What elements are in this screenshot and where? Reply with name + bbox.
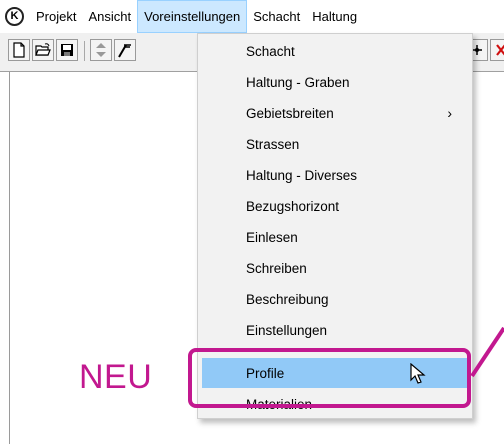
menu-item-label: Schacht xyxy=(246,43,295,59)
menu-item-label: Strassen xyxy=(246,136,300,152)
app-logo-icon[interactable]: K xyxy=(5,7,24,26)
menu-item-label: Schreiben xyxy=(246,260,307,276)
menu-item-label: Einstellungen xyxy=(246,322,328,338)
open-button[interactable] xyxy=(32,39,54,61)
menu-item-label: Bezugshorizont xyxy=(246,198,340,214)
menu-item-label: Gebietsbreiten xyxy=(246,105,334,121)
menubar: K Projekt Ansicht Voreinstellungen Schac… xyxy=(0,0,504,33)
close-red-button[interactable] xyxy=(490,39,504,61)
menu-item-einstellungen[interactable]: Einstellungen xyxy=(198,315,472,345)
open-folder-icon xyxy=(35,43,51,56)
new-file-icon xyxy=(13,42,25,58)
work-area-border xyxy=(9,72,10,444)
menu-item-label: Beschreibung xyxy=(246,291,329,307)
menu-schacht[interactable]: Schacht xyxy=(247,0,306,33)
save-icon xyxy=(61,44,73,56)
annotation-pointer-line xyxy=(470,326,504,378)
menu-item-label: Haltung - Diverses xyxy=(246,167,358,183)
menu-item-haltung-graben[interactable]: Haltung - Graben xyxy=(198,67,472,97)
new-file-button[interactable] xyxy=(8,39,30,61)
toolbar-separator xyxy=(84,41,85,61)
menu-item-schreiben[interactable]: Schreiben xyxy=(198,253,472,283)
close-red-icon xyxy=(496,44,504,56)
menu-ansicht[interactable]: Ansicht xyxy=(82,0,137,33)
pen-tool-icon xyxy=(118,44,131,58)
draw-button[interactable] xyxy=(114,39,136,61)
annotation-highlight-box xyxy=(188,348,471,408)
menu-item-strassen[interactable]: Strassen xyxy=(198,129,472,159)
menu-item-gebietsbreiten[interactable]: Gebietsbreiten › xyxy=(198,98,472,128)
menu-item-bezugshorizont[interactable]: Bezugshorizont xyxy=(198,191,472,221)
menu-item-beschreibung[interactable]: Beschreibung xyxy=(198,284,472,314)
menu-item-schacht[interactable]: Schacht xyxy=(198,36,472,66)
save-button[interactable] xyxy=(56,39,78,61)
menu-projekt[interactable]: Projekt xyxy=(30,0,82,33)
submenu-arrow-icon: › xyxy=(447,105,452,121)
menu-item-einlesen[interactable]: Einlesen xyxy=(198,222,472,252)
menu-item-label: Haltung - Graben xyxy=(246,74,350,90)
menu-voreinstellungen[interactable]: Voreinstellungen xyxy=(137,0,248,33)
menu-item-haltung-diverses[interactable]: Haltung - Diverses xyxy=(198,160,472,190)
up-down-arrows-icon xyxy=(96,43,106,57)
move-button[interactable] xyxy=(90,39,112,61)
annotation-new-label: NEU xyxy=(79,358,153,396)
menu-item-label: Einlesen xyxy=(246,229,298,245)
menu-haltung[interactable]: Haltung xyxy=(306,0,363,33)
